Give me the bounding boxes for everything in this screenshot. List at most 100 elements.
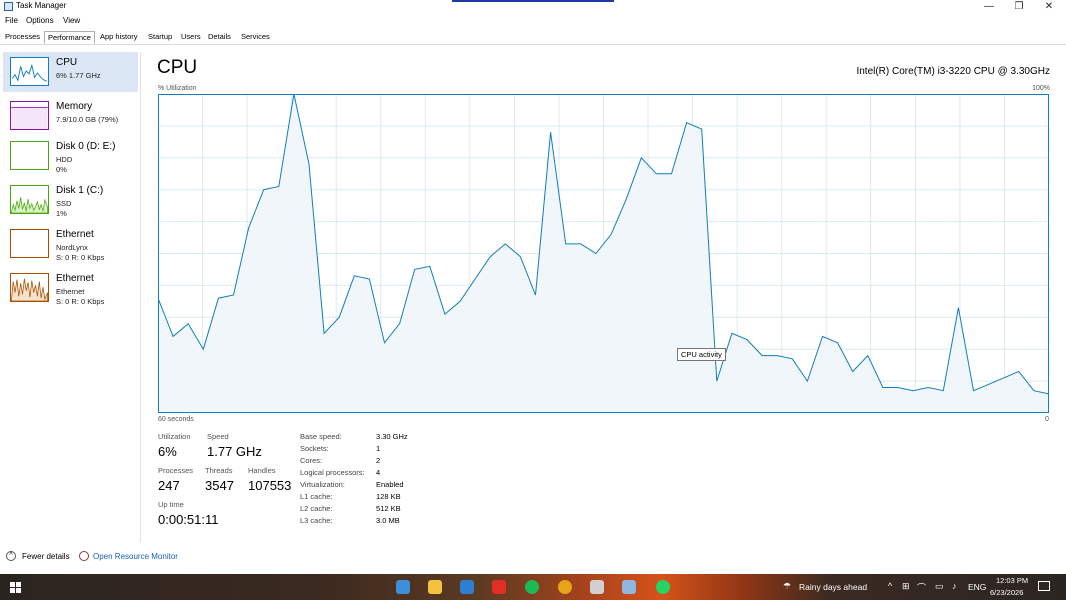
- sidebar-item-ethernet[interactable]: Ethernet Ethernet S: 0 R: 0 Kbps: [3, 268, 138, 308]
- cpu-model-name: Intel(R) Core(TM) i3-3220 CPU @ 3.30GHz: [856, 66, 1050, 77]
- sidebar-item-disk1[interactable]: Disk 1 (C:) SSD 1%: [3, 180, 138, 220]
- spec-value-l3-cache: 3.0 MB: [376, 516, 400, 525]
- spec-label-logical-processors: Logical processors:: [300, 468, 365, 477]
- sidebar-memory-name: Memory: [56, 101, 93, 112]
- spec-value-l2-cache: 512 KB: [376, 504, 401, 513]
- spec-label-sockets: Sockets:: [300, 444, 329, 453]
- cpu-utilization-chart[interactable]: [158, 94, 1049, 413]
- spec-value-cores: 2: [376, 456, 381, 465]
- sidebar-item-disk0[interactable]: Disk 0 (D: E:) HDD 0%: [3, 136, 138, 176]
- sidebar-disk1-value: 1%: [56, 209, 67, 218]
- ethernet-thumbnail-graph: [10, 273, 49, 302]
- sidebar-ethernet1-value: S: 0 R: 0 Kbps: [56, 253, 105, 262]
- store-icon[interactable]: [396, 580, 410, 594]
- sidebar-disk1-type: SSD: [56, 199, 72, 208]
- speed-label: Speed: [207, 432, 229, 441]
- youtube-icon[interactable]: [492, 580, 506, 594]
- spec-value-virtualization: Enabled: [376, 480, 404, 489]
- sidebar-cpu-name: CPU: [56, 57, 78, 68]
- tab-services[interactable]: Services: [238, 31, 273, 43]
- sidebar-memory-value: 7.9/10.0 GB (79%): [56, 115, 119, 124]
- photos-icon[interactable]: [622, 580, 636, 594]
- sidebar-ethernet2-adapter: Ethernet: [56, 287, 85, 296]
- task-manager-taskbar-icon[interactable]: [590, 580, 604, 594]
- sidebar-item-cpu[interactable]: CPU 6% 1.77 GHz: [3, 52, 138, 92]
- chart-tooltip: CPU activity: [677, 348, 726, 361]
- notification-icon[interactable]: [1038, 581, 1050, 591]
- sidebar-item-memory[interactable]: Memory 7.9/10.0 GB (79%): [3, 96, 138, 136]
- disk1-thumbnail-graph: [10, 185, 49, 214]
- sidebar-ethernet1-name: Ethernet: [56, 229, 94, 240]
- whatsapp-icon[interactable]: [656, 580, 670, 594]
- memory-thumbnail-graph: [10, 101, 49, 130]
- open-resource-monitor-link[interactable]: Open Resource Monitor: [93, 552, 178, 561]
- weather-text[interactable]: Rainy days ahead: [799, 582, 867, 592]
- spec-value-logical-processors: 4: [376, 468, 381, 477]
- sidebar-ethernet1-adapter: NordLynx: [56, 243, 88, 252]
- disk0-thumbnail-graph: [10, 141, 49, 170]
- threads-label: Threads: [205, 466, 233, 475]
- cpu-thumbnail-graph: [10, 57, 49, 86]
- fewer-details-link[interactable]: Fewer details: [22, 552, 70, 561]
- processes-value: 247: [158, 478, 180, 493]
- network-icon[interactable]: ⊞: [902, 581, 910, 592]
- tab-users[interactable]: Users: [178, 31, 204, 43]
- y-axis-max-label: 100%: [1032, 85, 1050, 92]
- tab-startup[interactable]: Startup: [145, 31, 175, 43]
- accent-strip: [452, 0, 614, 2]
- tab-details[interactable]: Details: [205, 31, 234, 43]
- x-axis-left-label: 60 seconds: [158, 416, 194, 423]
- windows-start-icon[interactable]: [10, 582, 21, 593]
- spec-label-l3-cache: L3 cache:: [300, 516, 333, 525]
- close-button[interactable]: ✕: [1034, 0, 1064, 14]
- chevron-up-tray-icon[interactable]: ^: [888, 581, 892, 591]
- sidebar-disk0-type: HDD: [56, 155, 73, 164]
- menu-view[interactable]: View: [63, 16, 80, 25]
- tab-app-history[interactable]: App history: [97, 31, 141, 43]
- uptime-value: 0:00:51:11: [158, 512, 219, 527]
- sidebar-item-ethernet-nordlynx[interactable]: Ethernet NordLynx S: 0 R: 0 Kbps: [3, 224, 138, 264]
- taskbar: ☂ Rainy days ahead ^ ⊞ ⌒ ▭ ♪ ENG 12:03 P…: [0, 574, 1066, 600]
- spec-label-cores: Cores:: [300, 456, 323, 465]
- resource-sidebar: CPU 6% 1.77 GHz Memory 7.9/10.0 GB (79%)…: [0, 52, 141, 542]
- ethernet-nordlynx-thumbnail-graph: [10, 229, 49, 258]
- sidebar-disk0-value: 0%: [56, 165, 67, 174]
- wifi-icon[interactable]: ⌒: [917, 581, 926, 594]
- sidebar-ethernet2-name: Ethernet: [56, 273, 94, 284]
- menu-options[interactable]: Options: [26, 16, 54, 25]
- clock-date[interactable]: 6/23/2026: [990, 588, 1023, 597]
- handles-label: Handles: [248, 466, 276, 475]
- menu-file[interactable]: File: [5, 16, 18, 25]
- utilization-label: Utilization: [158, 432, 191, 441]
- sidebar-cpu-value: 6% 1.77 GHz: [56, 71, 101, 80]
- spotify-icon[interactable]: [525, 580, 539, 594]
- volume-icon[interactable]: ♪: [952, 581, 957, 591]
- tab-bar: Processes Performance App history Startu…: [0, 31, 1066, 45]
- speed-value: 1.77 GHz: [207, 444, 262, 459]
- chrome-icon[interactable]: [558, 580, 572, 594]
- weather-icon[interactable]: ☂: [783, 581, 791, 592]
- chevron-up-icon[interactable]: ^: [6, 551, 16, 561]
- spec-label-l1-cache: L1 cache:: [300, 492, 333, 501]
- sidebar-ethernet2-value: S: 0 R: 0 Kbps: [56, 297, 105, 306]
- spec-label-base-speed: Base speed:: [300, 432, 342, 441]
- language-indicator[interactable]: ENG: [968, 582, 986, 592]
- tab-processes[interactable]: Processes: [2, 31, 43, 43]
- page-title: CPU: [157, 57, 198, 78]
- spec-label-virtualization: Virtualization:: [300, 480, 345, 489]
- spec-value-l1-cache: 128 KB: [376, 492, 401, 501]
- spec-value-base-speed: 3.30 GHz: [376, 432, 408, 441]
- display-icon[interactable]: ▭: [935, 581, 944, 592]
- tab-performance[interactable]: Performance: [44, 31, 95, 44]
- threads-value: 3547: [205, 478, 234, 493]
- spec-label-l2-cache: L2 cache:: [300, 504, 333, 513]
- task-manager-icon: [4, 2, 13, 11]
- clock-time[interactable]: 12:03 PM: [996, 576, 1028, 585]
- x-axis-right-label: 0: [1045, 416, 1049, 423]
- handles-value: 107553: [248, 478, 292, 493]
- minimize-button[interactable]: —: [974, 0, 1004, 14]
- file-explorer-icon[interactable]: [428, 580, 442, 594]
- processes-label: Processes: [158, 466, 194, 475]
- maximize-button[interactable]: ❐: [1004, 0, 1034, 14]
- app-icon[interactable]: [460, 580, 474, 594]
